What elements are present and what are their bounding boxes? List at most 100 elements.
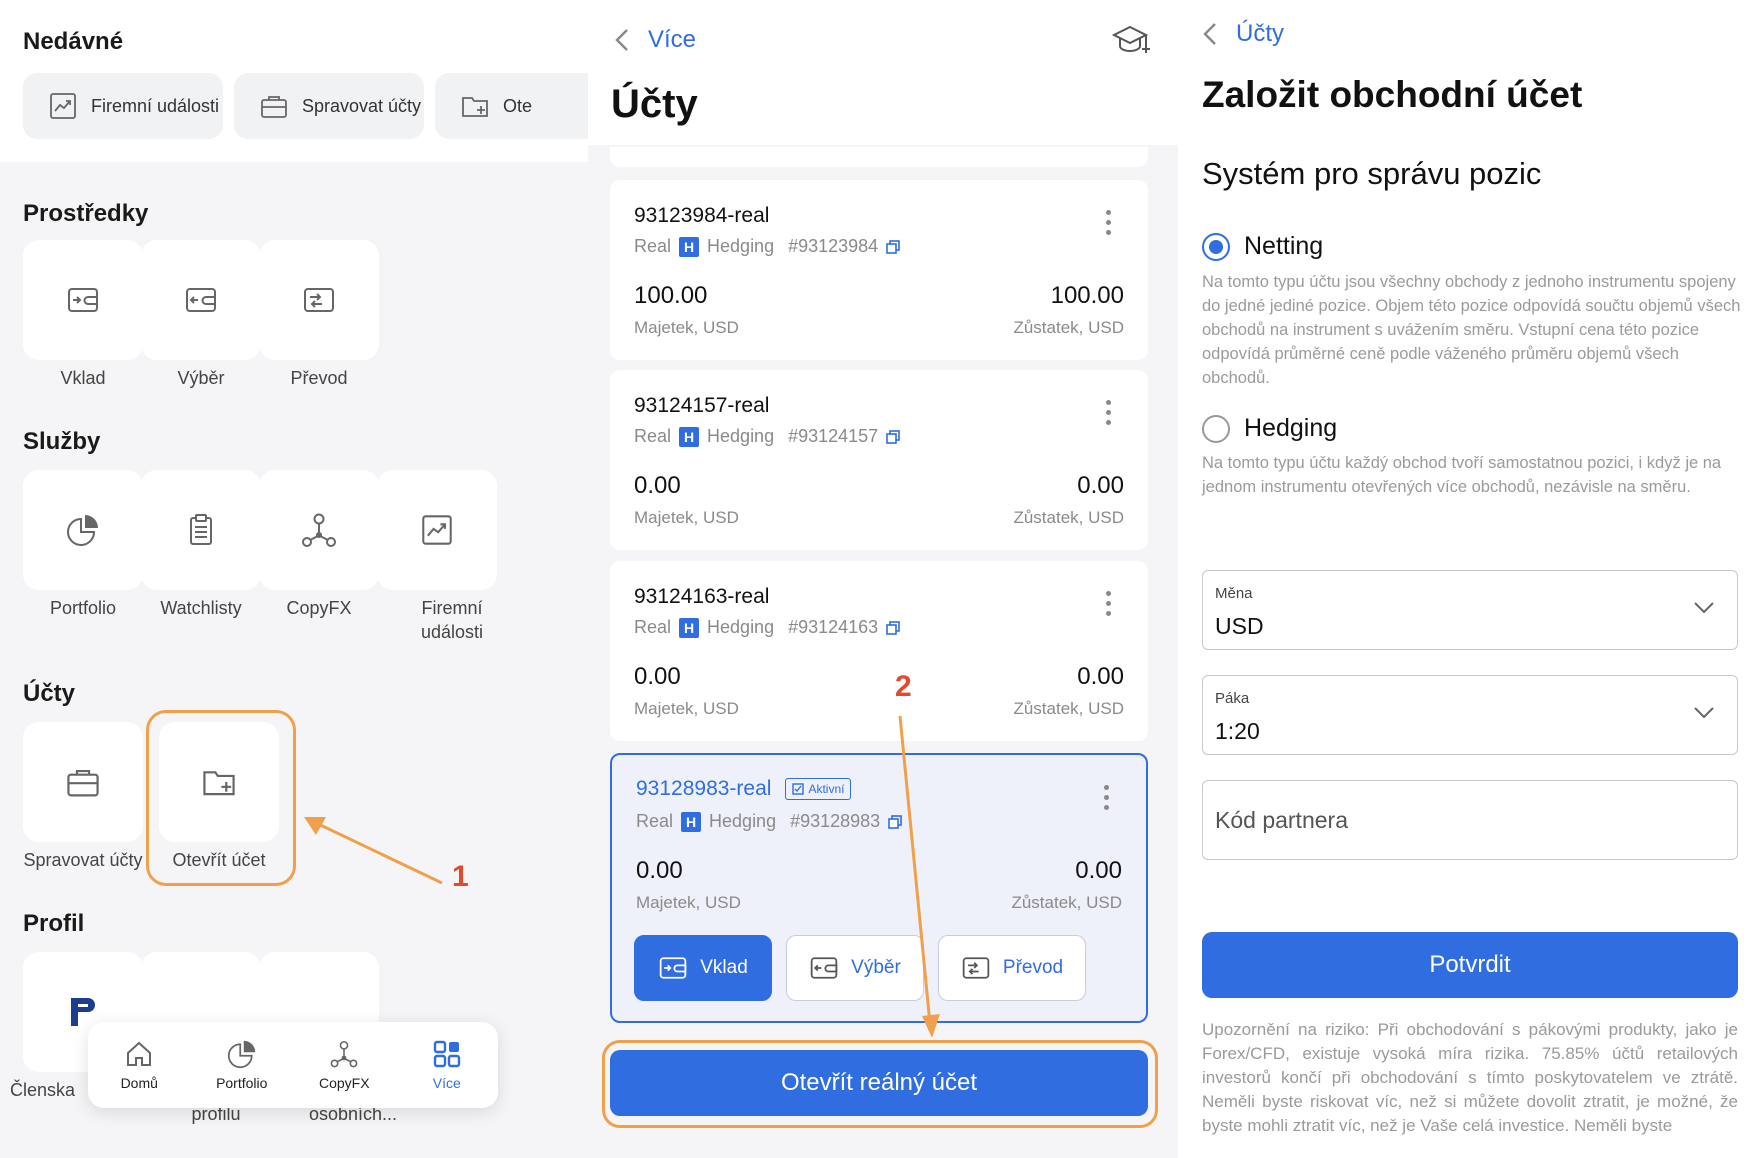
account-number: #93124157	[788, 426, 879, 446]
tile-portfolio[interactable]	[23, 470, 143, 590]
grid-icon	[433, 1040, 460, 1068]
chevron-down-icon	[1694, 707, 1714, 719]
page-title: Účty	[611, 82, 698, 126]
currency-select[interactable]: Měna USD	[1202, 570, 1738, 650]
account-card-active[interactable]: 93128983-real Aktivní Real H Hedging #931…	[610, 753, 1148, 1023]
tile-copyfx[interactable]	[259, 470, 379, 590]
radio-selected[interactable]	[1202, 232, 1230, 261]
accounts-title: Účty	[23, 680, 76, 707]
recent-chip-corporate-events[interactable]: Firemní události	[23, 73, 223, 139]
nav-home[interactable]: Domů	[94, 1039, 184, 1091]
tile-label-copyfx: CopyFX	[286, 598, 352, 618]
account-number: #93128983	[790, 811, 881, 831]
pie-chart-icon	[227, 1040, 255, 1069]
hedging-option[interactable]: Hedging	[1202, 414, 1337, 443]
accounts-panel: Více Účty 93123984-real Real H Hedging #…	[588, 0, 1178, 1158]
balance-label: Zůstatek, USD	[1013, 508, 1124, 527]
highlight-open-account	[146, 710, 296, 886]
recent-chip-manage-accounts[interactable]: Spravovat účty	[234, 73, 424, 139]
account-type: Real	[634, 426, 672, 446]
risk-warning: Upozornění na riziko: Při obchodování s …	[1202, 1020, 1738, 1135]
briefcase-icon	[67, 769, 99, 797]
nav-more[interactable]: Více	[402, 1039, 492, 1091]
radio-unselected[interactable]	[1202, 414, 1230, 443]
nav-copyfx[interactable]: CopyFX	[299, 1039, 389, 1091]
more-options-icon[interactable]	[1104, 785, 1109, 815]
back-to-accounts[interactable]: Účty	[1202, 20, 1284, 48]
copy-icon[interactable]	[886, 239, 901, 254]
more-options-icon[interactable]	[1106, 210, 1111, 240]
active-badge: Aktivní	[785, 778, 852, 801]
hedging-badge: H	[679, 236, 700, 257]
hedging-label: Hedging	[1244, 414, 1338, 442]
confirm-button[interactable]: Potvrdit	[1202, 932, 1738, 998]
annotation-number-1: 1	[452, 860, 469, 893]
deposit-button-label: Vklad	[700, 957, 748, 978]
hedging-badge: H	[679, 426, 700, 447]
hedging-description: Na tomto typu účtu každý obchod tvoří sa…	[1202, 454, 1722, 496]
account-card[interactable]: 93123984-real Real H Hedging #93123984 1…	[610, 180, 1148, 360]
leverage-select[interactable]: Páka 1:20	[1202, 675, 1738, 755]
leverage-value: 1:20	[1215, 718, 1260, 744]
equity-label: Majetek, USD	[634, 699, 739, 718]
equity-value: 100.00	[634, 282, 708, 309]
highlight-open-real	[602, 1040, 1158, 1128]
chart-box-icon	[422, 515, 452, 545]
wallet-transfer-icon	[962, 957, 990, 979]
recent-title: Nedávné	[23, 28, 124, 55]
partner-code-input[interactable]: Kód partnera	[1202, 780, 1738, 860]
equity-label: Majetek, USD	[636, 893, 741, 912]
netting-label: Netting	[1244, 232, 1324, 260]
tile-manage-accounts[interactable]	[23, 722, 143, 842]
equity-label: Majetek, USD	[634, 508, 739, 527]
tile-watchlists[interactable]	[141, 470, 261, 590]
currency-label: Měna	[1215, 585, 1253, 602]
account-number: #93124163	[788, 617, 879, 637]
more-menu-panel: Nedávné Firemní události Spravovat účty …	[0, 0, 588, 1158]
chevron-left-icon	[615, 29, 628, 51]
account-mode: Hedging	[709, 811, 777, 831]
balance-value: 0.00	[1077, 472, 1124, 499]
tile-transfer[interactable]	[259, 240, 379, 360]
transfer-button[interactable]: Převod	[938, 935, 1086, 1001]
account-name: 93128983-real	[636, 777, 772, 800]
balance-label: Zůstatek, USD	[1011, 893, 1122, 912]
bottom-nav: Domů Portfolio CopyFX Více	[88, 1022, 498, 1108]
hedging-badge: H	[679, 617, 700, 638]
graduation-cap-icon[interactable]	[1112, 24, 1152, 58]
nav-label: Portfolio	[216, 1075, 268, 1091]
balance-value: 0.00	[1075, 857, 1122, 884]
chip-label: Ote	[503, 95, 533, 116]
deposit-button[interactable]: Vklad	[634, 935, 772, 1001]
transfer-button-label: Převod	[1002, 957, 1064, 978]
check-box-icon	[792, 783, 805, 796]
chevron-down-icon	[1694, 602, 1714, 614]
account-meta: Real H Hedging #93123984	[634, 236, 901, 257]
account-meta: Real H Hedging #93128983	[636, 811, 903, 832]
back-label: Účty	[1236, 20, 1284, 47]
more-options-icon[interactable]	[1106, 591, 1111, 621]
chip-label: Spravovat účty	[302, 95, 422, 116]
annotation-arrow-icon	[898, 715, 940, 1038]
hedging-badge: H	[681, 811, 702, 832]
wallet-out-icon	[810, 957, 838, 979]
tile-corporate-events[interactable]	[377, 470, 497, 590]
leverage-label: Páka	[1215, 690, 1250, 707]
tile-withdrawal[interactable]	[141, 240, 261, 360]
netting-option[interactable]: Netting	[1202, 232, 1323, 261]
tile-label-transfer: Převod	[290, 368, 348, 388]
wallet-in-icon	[659, 957, 687, 979]
account-card[interactable]: 93124157-real Real H Hedging #93124157 0…	[610, 370, 1148, 550]
wallet-transfer-icon	[304, 288, 334, 312]
copy-icon[interactable]	[886, 620, 901, 635]
account-card[interactable]: 93124163-real Real H Hedging #93124163 0…	[610, 561, 1148, 741]
nav-portfolio[interactable]: Portfolio	[197, 1039, 287, 1091]
copy-icon[interactable]	[886, 429, 901, 444]
balance-label: Zůstatek, USD	[1013, 318, 1124, 337]
recent-chip-open-account[interactable]: Ote	[435, 73, 588, 139]
back-to-more[interactable]: Více	[614, 26, 696, 54]
equity-value: 0.00	[636, 857, 683, 884]
account-type: Real	[634, 617, 672, 637]
more-options-icon[interactable]	[1106, 400, 1111, 430]
tile-deposit[interactable]	[23, 240, 143, 360]
